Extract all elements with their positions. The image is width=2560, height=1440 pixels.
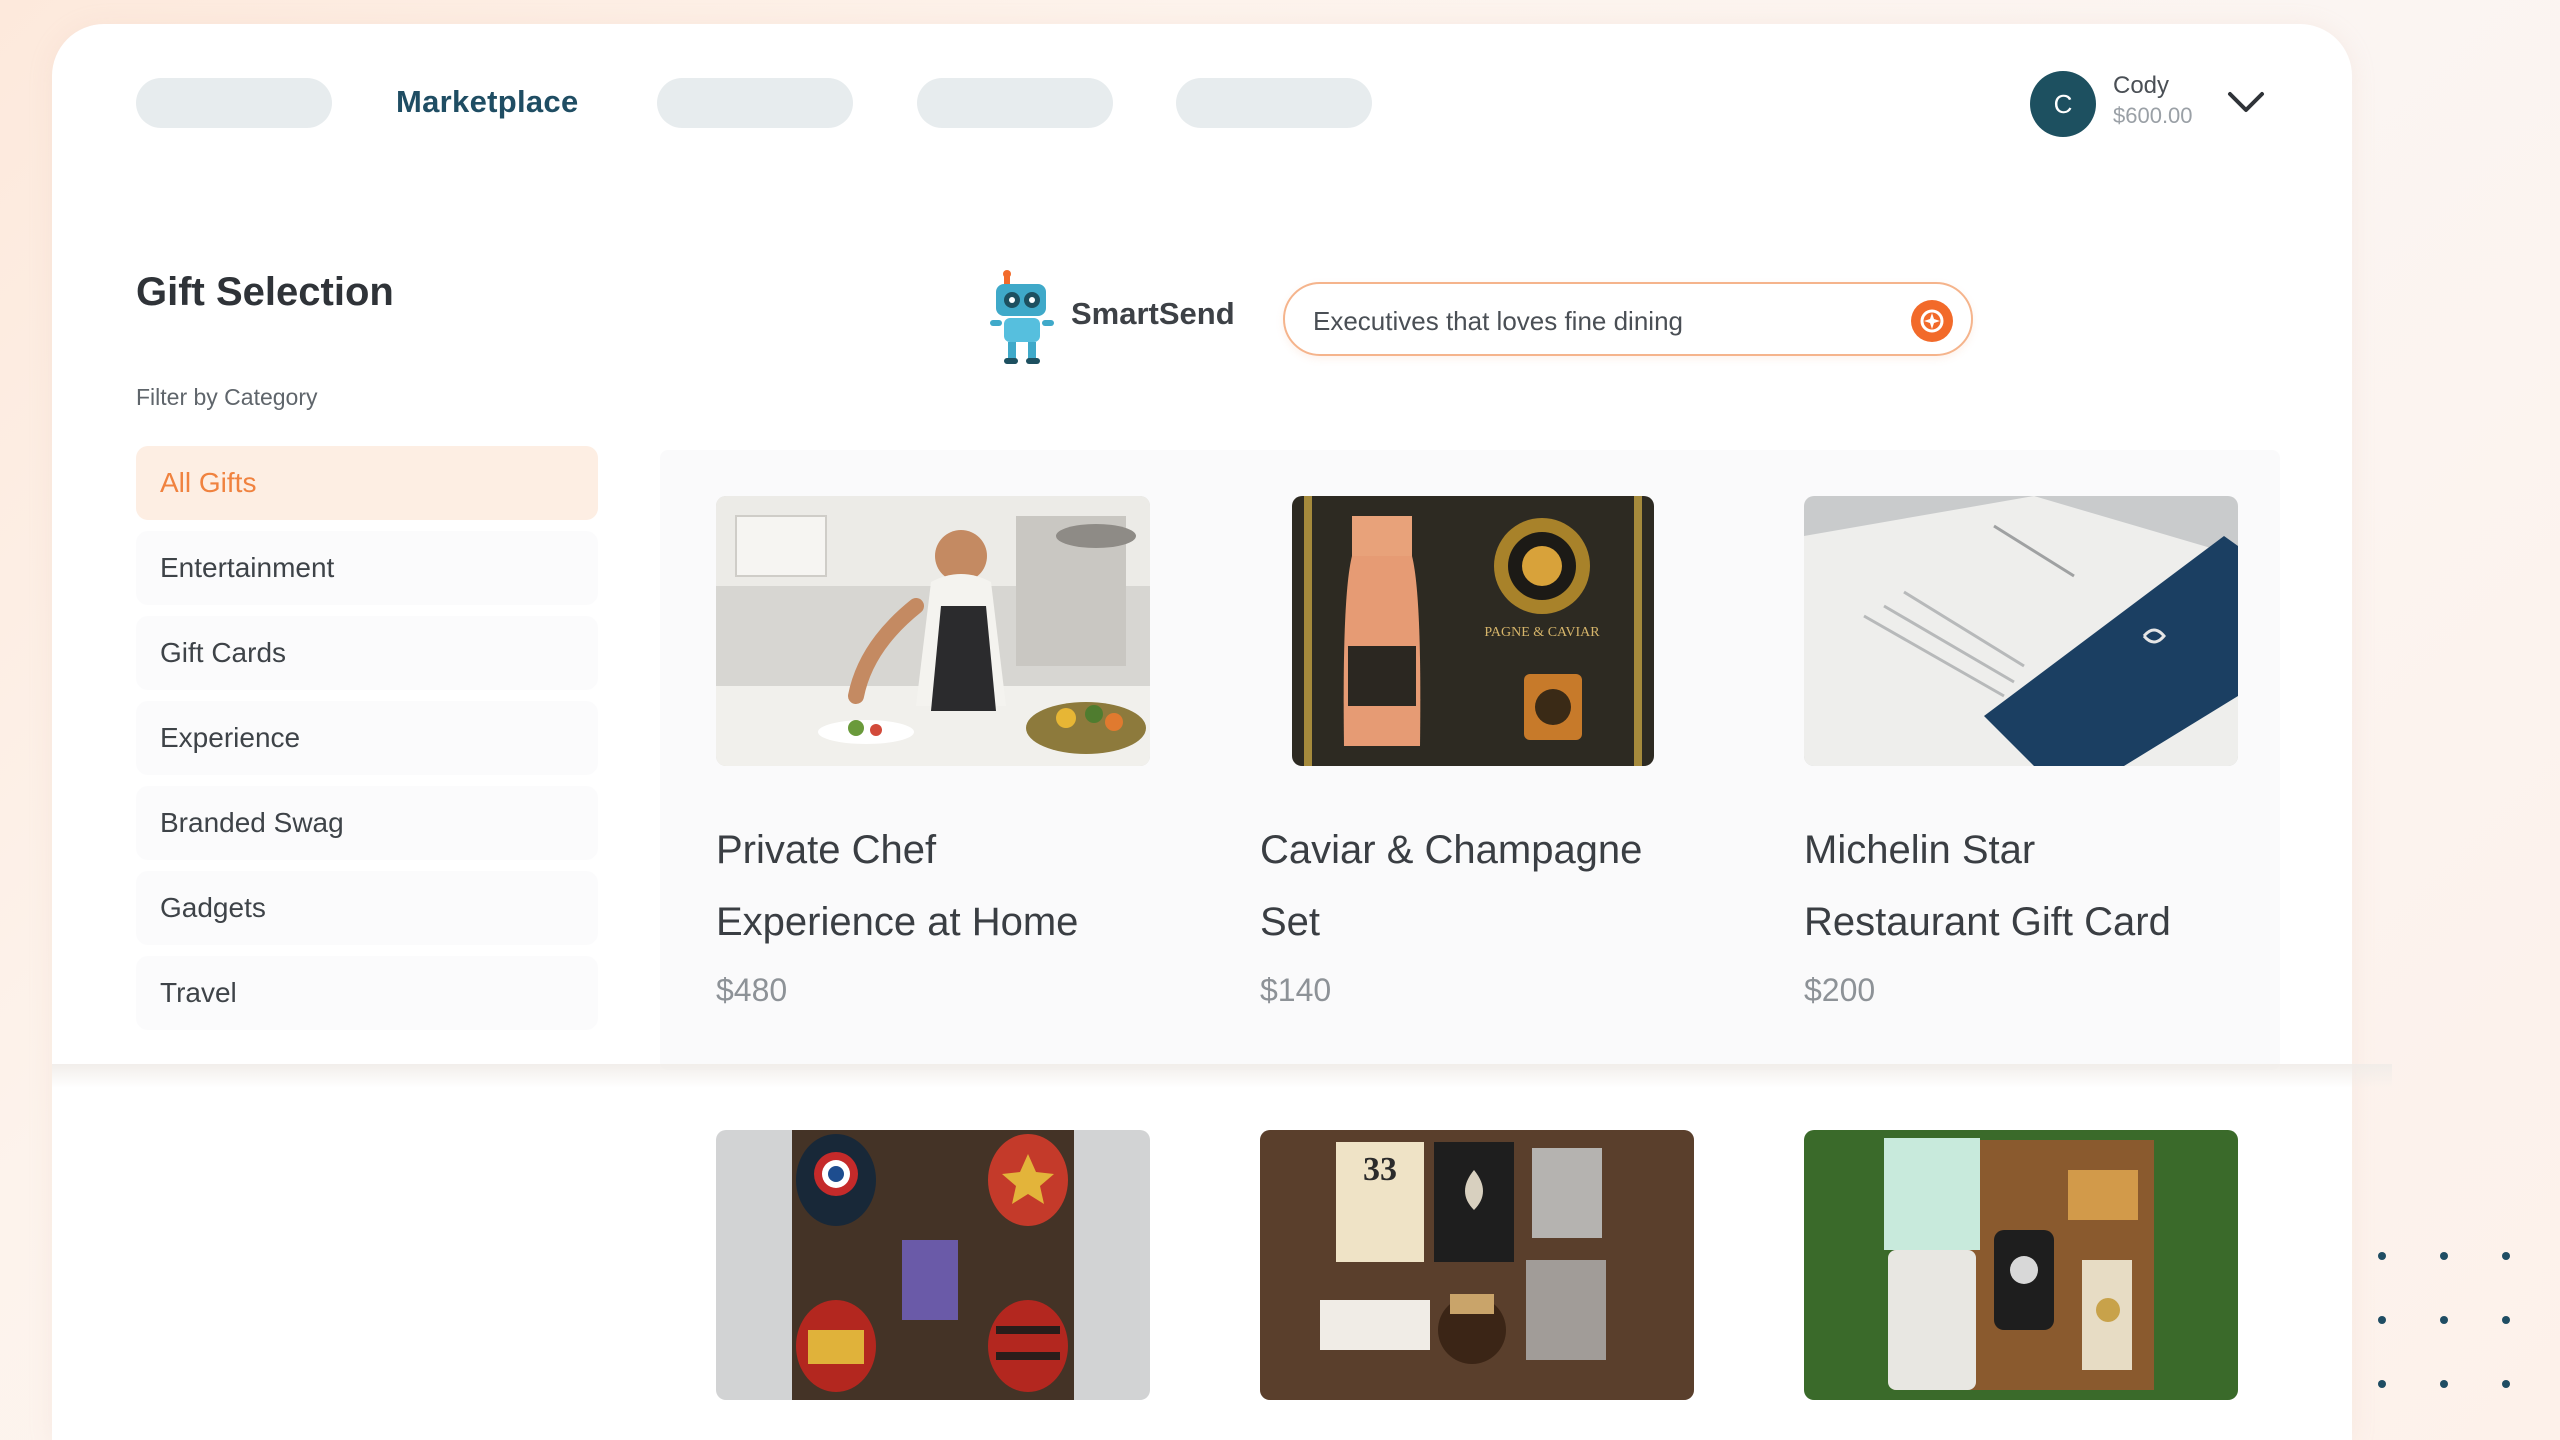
smartsend-label: SmartSend bbox=[1071, 296, 1235, 331]
product-image-caviar[interactable]: PAGNE & CAVIAR bbox=[1292, 496, 1654, 766]
section-divider bbox=[52, 1064, 2392, 1088]
nav-tab-placeholder-1[interactable] bbox=[136, 78, 332, 128]
category-entertainment[interactable]: Entertainment bbox=[136, 531, 598, 605]
avatar[interactable]: C bbox=[2030, 71, 2096, 137]
product-title[interactable]: Michelin Star bbox=[1804, 814, 2284, 886]
product-title-line-2[interactable]: Restaurant Gift Card bbox=[1804, 886, 2284, 958]
category-gadgets[interactable]: Gadgets bbox=[136, 871, 598, 945]
nav-tab-marketplace[interactable]: Marketplace bbox=[396, 84, 579, 120]
product-image-golf-box[interactable] bbox=[1804, 1130, 2238, 1400]
product-image-restaurant-card[interactable] bbox=[1804, 496, 2238, 766]
search-submit-button[interactable] bbox=[1911, 300, 1953, 342]
product-title-line-2[interactable]: Experience at Home bbox=[716, 886, 1196, 958]
svg-text:33: 33 bbox=[1363, 1151, 1397, 1188]
smartsend-search-input[interactable]: Executives that loves fine dining bbox=[1283, 282, 1973, 356]
search-query-text: Executives that loves fine dining bbox=[1313, 306, 1683, 336]
category-all-gifts[interactable]: All Gifts bbox=[136, 446, 598, 520]
robot-mascot-icon bbox=[990, 270, 1054, 364]
user-balance: $600.00 bbox=[2113, 103, 2193, 128]
product-image-whiskey-set[interactable]: 33 bbox=[1260, 1130, 1694, 1400]
user-name: Cody bbox=[2113, 72, 2170, 99]
svg-text:PAGNE & CAVIAR: PAGNE & CAVIAR bbox=[1484, 625, 1600, 640]
product-price: $480 bbox=[716, 972, 788, 1008]
nav-tab-placeholder-2[interactable] bbox=[657, 78, 853, 128]
superhero-tumbler-set-photo bbox=[716, 1130, 1150, 1400]
restaurant-card-photo bbox=[1804, 496, 2238, 766]
product-image-chef[interactable] bbox=[716, 496, 1150, 766]
category-travel[interactable]: Travel bbox=[136, 956, 598, 1030]
product-title-line-2[interactable]: Set bbox=[1260, 886, 1740, 958]
product-title[interactable]: Caviar & Champagne bbox=[1260, 814, 1740, 886]
nav-tab-placeholder-3[interactable] bbox=[917, 78, 1113, 128]
product-image-tumblers[interactable] bbox=[716, 1130, 1150, 1400]
sparkle-icon bbox=[1920, 309, 1944, 333]
product-price: $200 bbox=[1804, 972, 1876, 1008]
nav-tab-placeholder-4[interactable] bbox=[1176, 78, 1372, 128]
golf-gift-box-photo bbox=[1804, 1130, 2238, 1400]
chevron-down-icon[interactable] bbox=[2224, 86, 2268, 120]
category-gift-cards[interactable]: Gift Cards bbox=[136, 616, 598, 690]
chef-cooking-photo bbox=[716, 496, 1150, 766]
category-branded-swag[interactable]: Branded Swag bbox=[136, 786, 598, 860]
product-title[interactable]: Private Chef bbox=[716, 814, 1196, 886]
page-title: Gift Selection bbox=[136, 270, 394, 314]
caviar-champagne-box-photo: PAGNE & CAVIAR bbox=[1292, 496, 1654, 766]
filter-label: Filter by Category bbox=[136, 384, 318, 410]
category-experience[interactable]: Experience bbox=[136, 701, 598, 775]
product-price: $140 bbox=[1260, 972, 1332, 1008]
whiskey-gift-set-photo: 33 bbox=[1260, 1130, 1694, 1400]
category-list: All Gifts Entertainment Gift Cards Exper… bbox=[136, 446, 598, 1041]
